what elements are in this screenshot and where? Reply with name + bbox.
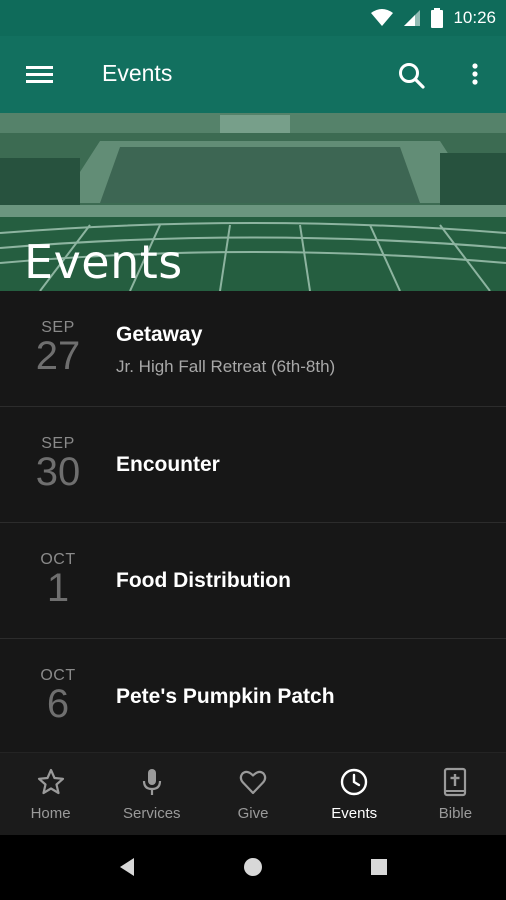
home-circle-icon[interactable] <box>243 857 263 877</box>
back-icon[interactable] <box>117 857 137 877</box>
nav-label: Bible <box>438 805 473 822</box>
recents-icon[interactable] <box>370 858 388 876</box>
event-date: SEP 27 <box>22 319 94 378</box>
nav-services[interactable]: Services <box>101 753 202 836</box>
events-list: SEP 27 Getaway Jr. High Fall Retreat (6t… <box>0 291 506 755</box>
event-day: 30 <box>35 450 81 494</box>
event-title: Pete's Pumpkin Patch <box>116 685 335 708</box>
nav-events[interactable]: Events <box>304 753 405 836</box>
nav-label: Services <box>123 805 181 822</box>
event-subtitle: Jr. High Fall Retreat (6th-8th) <box>116 357 336 376</box>
nav-label: Events <box>331 805 378 822</box>
nav-bible[interactable]: Bible <box>405 753 506 836</box>
signal-icon <box>404 10 421 26</box>
event-day: 1 <box>46 566 70 610</box>
event-row-getaway[interactable]: SEP 27 Getaway Jr. High Fall Retreat (6t… <box>0 291 506 407</box>
event-date: OCT 1 <box>22 551 94 610</box>
event-date: OCT 6 <box>22 667 94 726</box>
microphone-icon <box>142 769 161 795</box>
event-row-food-distribution[interactable]: OCT 1 Food Distribution <box>0 523 506 639</box>
hero-banner: Events <box>0 113 506 291</box>
bottom-navigation: Home Services Give Events Bible <box>0 752 506 836</box>
hamburger-menu-icon[interactable] <box>20 60 60 90</box>
event-title: Encounter <box>116 453 220 476</box>
heart-icon <box>239 770 267 795</box>
battery-icon <box>431 8 444 28</box>
app-bar: Events <box>0 36 506 113</box>
event-day: 6 <box>46 682 70 726</box>
nav-label: Give <box>237 805 269 822</box>
app-bar-title: Events <box>102 60 173 86</box>
more-options-icon[interactable] <box>464 60 486 92</box>
status-time: 10:26 <box>453 8 496 27</box>
nav-give[interactable]: Give <box>202 753 303 836</box>
event-date: SEP 30 <box>22 435 94 494</box>
status-icons: 10:26 <box>371 6 496 30</box>
system-navigation-bar <box>0 835 506 900</box>
nav-label: Home <box>30 805 71 822</box>
event-title: Getaway <box>116 323 203 346</box>
status-bar: 10:26 <box>0 0 506 36</box>
wifi-icon <box>371 9 394 26</box>
event-day: 27 <box>35 334 81 378</box>
event-title: Food Distribution <box>116 569 291 592</box>
star-icon <box>37 768 64 795</box>
search-icon[interactable] <box>396 60 428 92</box>
event-row-pumpkin-patch[interactable]: OCT 6 Pete's Pumpkin Patch <box>0 639 506 755</box>
clock-icon <box>341 768 368 796</box>
event-row-encounter[interactable]: SEP 30 Encounter <box>0 407 506 523</box>
bible-icon <box>444 767 467 797</box>
hero-title: Events <box>24 235 183 289</box>
nav-home[interactable]: Home <box>0 753 101 836</box>
